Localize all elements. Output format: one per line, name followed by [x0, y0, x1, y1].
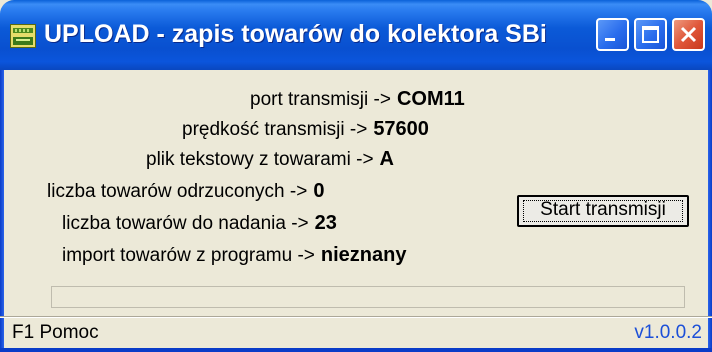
window-border-left [0, 70, 4, 352]
field-port: port transmisji -> COM11 [250, 88, 465, 118]
field-to-send-label: liczba towarów do nadania -> [62, 213, 309, 234]
field-to-send: liczba towarów do nadania -> 23 [62, 212, 337, 242]
field-import-label: import towarów z programu -> [62, 245, 315, 266]
field-rejected-value: 0 [313, 180, 325, 202]
field-file: plik tekstowy z towarami -> A [146, 148, 394, 178]
close-button[interactable] [672, 18, 705, 51]
app-icon [10, 24, 36, 48]
field-rejected-label: liczba towarów odrzuconych -> [47, 181, 308, 202]
main-window: UPLOAD - zapis towarów do kolektora SBi … [0, 0, 712, 352]
start-transmission-button[interactable]: Start transmisji [517, 195, 689, 227]
field-to-send-value: 23 [314, 212, 337, 234]
progress-bar [51, 286, 685, 308]
client-area: port transmisji -> COM11 prędkość transmi… [8, 70, 704, 316]
window-border-bottom [0, 348, 712, 352]
field-port-value: COM11 [396, 88, 465, 110]
window-border-right [708, 70, 712, 352]
field-port-label: port transmisji -> [250, 89, 391, 110]
maximize-button[interactable] [634, 18, 667, 51]
field-rejected: liczba towarów odrzuconych -> 0 [47, 180, 324, 210]
maximize-icon [642, 26, 659, 43]
minimize-button[interactable] [596, 18, 629, 51]
help-hint: F1 Pomoc [12, 322, 99, 343]
status-bar: F1 Pomoc v1.0.0.2 [8, 318, 704, 348]
close-icon [680, 26, 697, 43]
field-speed-value: 57600 [373, 118, 429, 140]
window-title: UPLOAD - zapis towarów do kolektora SBi [44, 20, 547, 48]
field-file-label: plik tekstowy z towarami -> [146, 149, 374, 170]
field-file-value: A [379, 148, 394, 170]
field-speed-label: prędkość transmisji -> [182, 119, 368, 140]
version-label: v1.0.0.2 [634, 322, 702, 343]
start-transmission-label: Start transmisji [540, 199, 666, 220]
field-import-value: nieznany [320, 244, 407, 266]
minimize-icon [605, 38, 615, 41]
field-speed: prędkość transmisji -> 57600 [182, 118, 429, 148]
field-import: import towarów z programu -> nieznany [62, 244, 406, 274]
title-bar[interactable]: UPLOAD - zapis towarów do kolektora SBi [0, 0, 712, 70]
